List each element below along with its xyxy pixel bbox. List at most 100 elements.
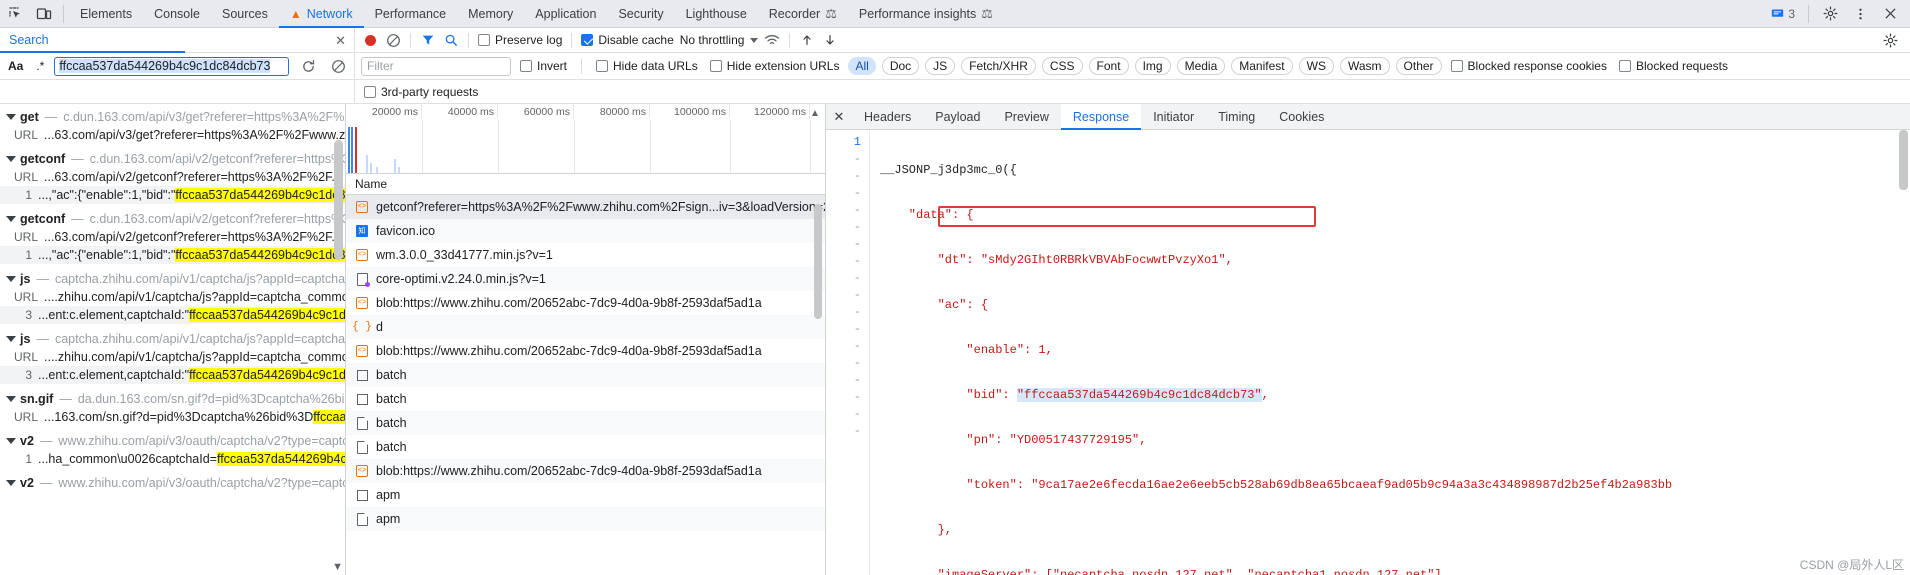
throttling-select[interactable]: No throttling <box>678 33 761 47</box>
search-results-panel[interactable]: get — c.dun.163.com/api/v3/get?referer=h… <box>0 104 345 575</box>
detail-tab-payload[interactable]: Payload <box>923 104 992 130</box>
search-icon[interactable] <box>440 29 462 51</box>
detail-tab-headers[interactable]: Headers <box>852 104 923 130</box>
search-result-header[interactable]: getconf — c.dun.163.com/api/v2/getconf?r… <box>0 210 345 228</box>
type-filter-doc[interactable]: Doc <box>881 57 920 75</box>
clear-search-icon[interactable] <box>327 55 349 77</box>
tab-sources[interactable]: Sources <box>211 0 279 28</box>
type-filter-js[interactable]: JS <box>925 57 956 75</box>
search-result-header[interactable]: js — captcha.zhihu.com/api/v1/captcha/js… <box>0 330 345 348</box>
search-result-line[interactable]: 1 ...,"ac":{"enable":1,"bid":"ffccaa537d… <box>0 186 345 204</box>
chevron-down-icon[interactable] <box>6 156 16 162</box>
detail-tab-cookies[interactable]: Cookies <box>1267 104 1336 130</box>
type-filter-all[interactable]: All <box>848 57 876 75</box>
tab-performance[interactable]: Performance <box>364 0 458 28</box>
response-body-viewer[interactable]: 1 - - - - - - - - - - - - - - - - - __JS… <box>826 130 1910 575</box>
tab-lighthouse[interactable]: Lighthouse <box>675 0 758 28</box>
search-result-line[interactable]: URL ...63.com/api/v2/getconf?referer=htt… <box>0 168 345 186</box>
table-row[interactable]: <> blob:https://www.zhihu.com/20652abc-7… <box>346 339 825 363</box>
search-result-line[interactable]: 3 ...ent:c.element,captchaId:"ffccaa537d… <box>0 366 345 384</box>
request-list[interactable]: <> getconf?referer=https%3A%2F%2Fwww.zhi… <box>346 195 825 575</box>
table-row[interactable]: batch <box>346 435 825 459</box>
chevron-down-icon[interactable] <box>6 336 16 342</box>
hide-data-urls-checkbox[interactable]: Hide data URLs <box>593 59 701 73</box>
table-row[interactable]: <> blob:https://www.zhihu.com/20652abc-7… <box>346 459 825 483</box>
chevron-down-icon[interactable] <box>6 438 16 444</box>
search-results-scrollbar[interactable] <box>334 140 343 260</box>
blocked-requests-checkbox[interactable]: Blocked requests <box>1616 59 1731 73</box>
type-filter-media[interactable]: Media <box>1176 57 1226 75</box>
collapse-icon[interactable]: ▲ <box>810 108 820 119</box>
table-row[interactable]: batch <box>346 363 825 387</box>
gear-icon[interactable] <box>1816 1 1844 27</box>
network-overview-timeline[interactable]: 20000 ms 40000 ms 60000 ms 80000 ms 1000… <box>346 104 825 174</box>
search-result-header[interactable]: js — captcha.zhihu.com/api/v1/captcha/js… <box>0 270 345 288</box>
tab-performance-insights[interactable]: Performance insights ⚖ <box>848 0 1004 28</box>
tab-security[interactable]: Security <box>607 0 674 28</box>
search-result-group[interactable]: js — captcha.zhihu.com/api/v1/captcha/js… <box>0 270 345 324</box>
type-filter-font[interactable]: Font <box>1088 57 1129 75</box>
wifi-icon[interactable] <box>761 29 783 51</box>
search-result-header[interactable]: get — c.dun.163.com/api/v3/get?referer=h… <box>0 108 345 126</box>
import-har-icon[interactable] <box>796 29 818 51</box>
table-row[interactable]: { } d <box>346 315 825 339</box>
search-result-line[interactable]: 1 ...,"ac":{"enable":1,"bid":"ffccaa537d… <box>0 246 345 264</box>
search-result-group[interactable]: getconf — c.dun.163.com/api/v2/getconf?r… <box>0 210 345 264</box>
gear-icon[interactable] <box>1876 27 1904 53</box>
search-result-line[interactable]: 1 ...ha_common\u0026captchaId=ffccaa537d… <box>0 450 345 468</box>
search-result-header[interactable]: v2 — www.zhihu.com/api/v3/oauth/captcha/… <box>0 432 345 450</box>
detail-tab-initiator[interactable]: Initiator <box>1141 104 1206 130</box>
detail-tab-response[interactable]: Response <box>1060 103 1142 130</box>
chevron-down-icon[interactable] <box>6 114 16 120</box>
type-filter-fetch-xhr[interactable]: Fetch/XHR <box>961 57 1036 75</box>
close-devtools-icon[interactable] <box>1876 1 1904 27</box>
tab-elements[interactable]: Elements <box>69 0 143 28</box>
type-filter-wasm[interactable]: Wasm <box>1339 57 1390 75</box>
tab-memory[interactable]: Memory <box>457 0 524 28</box>
chevron-down-icon[interactable] <box>6 276 16 282</box>
response-scrollbar[interactable] <box>1899 130 1908 190</box>
table-row[interactable]: 知 favicon.ico <box>346 219 825 243</box>
search-result-group[interactable]: getconf — c.dun.163.com/api/v2/getconf?r… <box>0 150 345 204</box>
type-filter-other[interactable]: Other <box>1395 57 1442 75</box>
table-row[interactable]: <> getconf?referer=https%3A%2F%2Fwww.zhi… <box>346 195 825 219</box>
search-result-header[interactable]: v2 — www.zhihu.com/api/v3/oauth/captcha/… <box>0 474 345 492</box>
search-result-line[interactable]: URL ....zhihu.com/api/v1/captcha/js?appI… <box>0 288 345 306</box>
table-row[interactable]: apm <box>346 483 825 507</box>
third-party-requests-checkbox[interactable]: 3rd-party requests <box>361 85 481 99</box>
search-result-line[interactable]: URL ...163.com/sn.gif?d=pid%3Dcaptcha%26… <box>0 408 345 426</box>
chevron-down-icon[interactable] <box>6 480 16 486</box>
close-detail-icon[interactable]: ✕ <box>826 104 852 130</box>
table-row[interactable]: <> wm.3.0.0_33d41777.min.js?v=1 <box>346 243 825 267</box>
preserve-log-checkbox[interactable]: Preserve log <box>475 33 565 47</box>
search-result-header[interactable]: sn.gif — da.dun.163.com/sn.gif?d=pid%3Dc… <box>0 390 345 408</box>
type-filter-img[interactable]: Img <box>1134 57 1171 75</box>
search-result-header[interactable]: getconf — c.dun.163.com/api/v2/getconf?r… <box>0 150 345 168</box>
tab-application[interactable]: Application <box>524 0 607 28</box>
disable-cache-checkbox[interactable]: Disable cache <box>578 33 676 47</box>
search-result-line[interactable]: URL ...63.com/api/v2/getconf?referer=htt… <box>0 228 345 246</box>
blocked-response-cookies-checkbox[interactable]: Blocked response cookies <box>1448 59 1610 73</box>
search-result-group[interactable]: js — captcha.zhihu.com/api/v1/captcha/js… <box>0 330 345 384</box>
device-toolbar-icon[interactable] <box>30 1 58 27</box>
tab-console[interactable]: Console <box>143 0 211 28</box>
chevron-down-icon[interactable] <box>6 396 16 402</box>
close-icon[interactable]: ✕ <box>335 34 346 47</box>
clear-network-log-icon[interactable] <box>382 29 404 51</box>
table-row[interactable]: batch <box>346 411 825 435</box>
search-result-line[interactable]: URL ...63.com/api/v3/get?referer=https%3… <box>0 126 345 144</box>
search-result-group[interactable]: get — c.dun.163.com/api/v3/get?referer=h… <box>0 108 345 144</box>
table-row[interactable]: batch <box>346 387 825 411</box>
tab-network[interactable]: ▲ Network <box>279 0 364 28</box>
request-table-header[interactable]: Name <box>346 174 825 195</box>
search-result-group[interactable]: v2 — www.zhihu.com/api/v3/oauth/captcha/… <box>0 432 345 468</box>
regex-toggle[interactable]: .* <box>34 59 46 73</box>
console-message-badge[interactable]: 3 <box>1765 7 1801 21</box>
filter-funnel-icon[interactable] <box>417 29 439 51</box>
record-button[interactable] <box>359 29 381 51</box>
scroll-down-icon[interactable]: ▼ <box>332 561 343 573</box>
hide-extension-urls-checkbox[interactable]: Hide extension URLs <box>707 59 843 73</box>
search-result-line[interactable]: URL ....zhihu.com/api/v1/captcha/js?appI… <box>0 348 345 366</box>
filter-input[interactable]: Filter <box>361 56 511 76</box>
table-row[interactable]: apm <box>346 507 825 531</box>
